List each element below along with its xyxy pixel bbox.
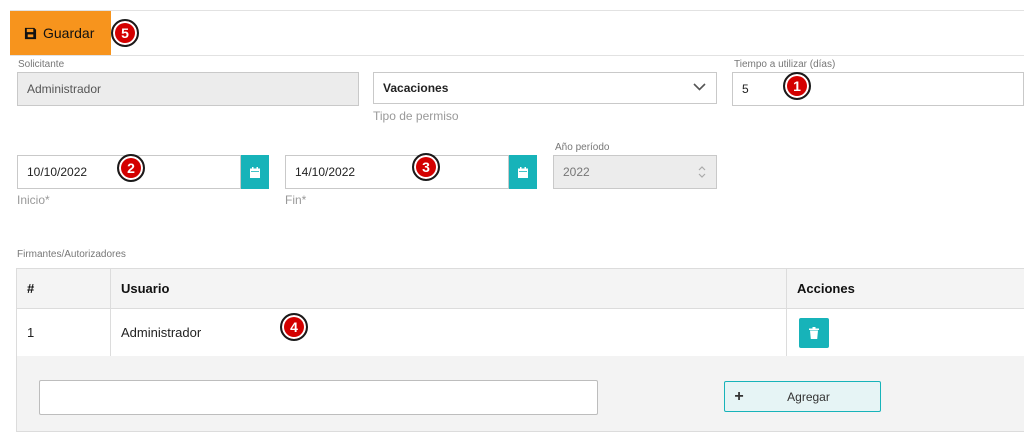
calendar-icon <box>250 166 260 178</box>
tipo-permiso-value: Vacaciones <box>383 81 449 95</box>
row-acciones <box>786 308 1024 357</box>
add-signer-label: Agregar <box>787 389 830 404</box>
table-row: 1 Administrador <box>16 308 1024 357</box>
table-header-row: # Usuario Acciones <box>16 268 1024 309</box>
column-header-num: # <box>16 268 111 309</box>
tipo-permiso-select[interactable]: Vacaciones <box>373 72 717 104</box>
fin-help: Fin* <box>285 193 307 207</box>
top-divider <box>10 10 1024 11</box>
column-header-usuario: Usuario <box>110 268 787 309</box>
step-badge-4: 4 <box>280 313 308 341</box>
solicitante-label: Solicitante <box>18 59 65 70</box>
tipo-permiso-help: Tipo de permiso <box>373 109 459 123</box>
step-badge-3: 3 <box>412 153 440 181</box>
anio-periodo-field: 2022 <box>553 155 717 189</box>
calendar-icon <box>518 166 528 178</box>
row-usuario: Administrador <box>110 308 787 357</box>
solicitante-field: Administrador <box>17 72 359 106</box>
add-signer-button[interactable]: + Agregar <box>724 381 881 412</box>
tiempo-value: 5 <box>742 82 749 96</box>
step-badge-2: 2 <box>117 154 145 182</box>
inicio-help: Inicio* <box>17 193 50 207</box>
inicio-calendar-button[interactable] <box>241 155 269 189</box>
spinner-arrows-icon <box>698 166 706 178</box>
step-badge-1: 1 <box>783 72 811 100</box>
plus-icon: + <box>734 387 744 405</box>
delete-row-button[interactable] <box>799 317 829 348</box>
tiempo-input[interactable]: 5 <box>732 72 1024 106</box>
floppy-disk-icon <box>24 27 37 39</box>
column-header-acciones: Acciones <box>786 268 1024 309</box>
save-button-label: Guardar <box>43 25 95 41</box>
trash-icon <box>809 326 819 339</box>
tiempo-label: Tiempo a utilizar (días) <box>734 59 836 70</box>
anio-periodo-label: Año período <box>555 142 610 153</box>
row-num: 1 <box>16 308 111 357</box>
fin-calendar-button[interactable] <box>509 155 537 189</box>
firmantes-table: # Usuario Acciones 1 Administrador <box>16 268 1024 357</box>
fin-value: 14/10/2022 <box>295 165 356 179</box>
firmantes-label: Firmantes/Autorizadores <box>17 249 126 260</box>
solicitante-value: Administrador <box>27 82 102 96</box>
fin-date-input[interactable]: 14/10/2022 <box>285 155 509 189</box>
chevron-down-icon <box>693 83 706 91</box>
inicio-value: 10/10/2022 <box>27 165 88 179</box>
save-button[interactable]: Guardar <box>10 11 111 55</box>
add-signer-input[interactable] <box>39 380 598 415</box>
toolbar-divider <box>10 55 1024 56</box>
anio-periodo-value: 2022 <box>563 165 590 179</box>
step-badge-5: 5 <box>111 19 139 47</box>
